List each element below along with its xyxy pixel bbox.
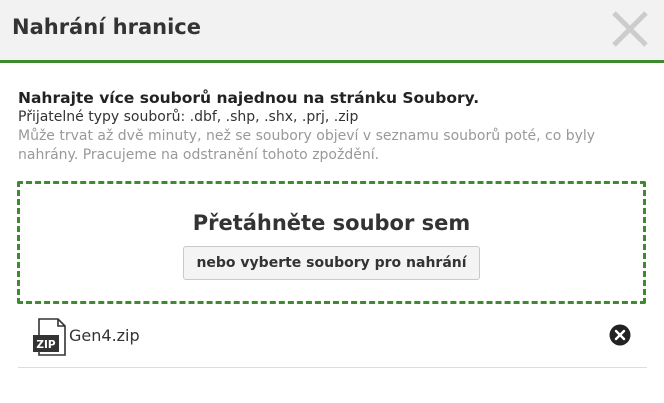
delay-note: Může trvat až dvě minuty, než se soubory…: [18, 128, 596, 163]
dropzone-title: Přetáhněte soubor sem: [192, 211, 471, 235]
browse-files-button[interactable]: nebo vyberte soubory pro nahrání: [183, 246, 480, 280]
file-list-item: ZIP Gen4.zip: [18, 312, 647, 368]
close-icon[interactable]: [610, 8, 650, 50]
file-name: Gen4.zip: [69, 326, 140, 345]
file-dropzone[interactable]: Přetáhněte soubor sem nebo vyberte soubo…: [17, 181, 646, 304]
dialog-title: Nahrání hranice: [12, 15, 201, 39]
upload-instructions: Nahrajte více souborů najednou na stránk…: [18, 88, 648, 165]
instructions-lead: Nahrajte více souborů najednou na stránk…: [18, 89, 480, 107]
remove-circle-icon[interactable]: [609, 324, 631, 346]
zip-file-icon: ZIP: [32, 318, 68, 356]
dialog-header: Nahrání hranice: [0, 0, 664, 63]
zip-icon-text: ZIP: [36, 339, 56, 351]
accepted-file-types: Přijatelné typy souborů: .dbf, .shp, .sh…: [18, 109, 359, 125]
